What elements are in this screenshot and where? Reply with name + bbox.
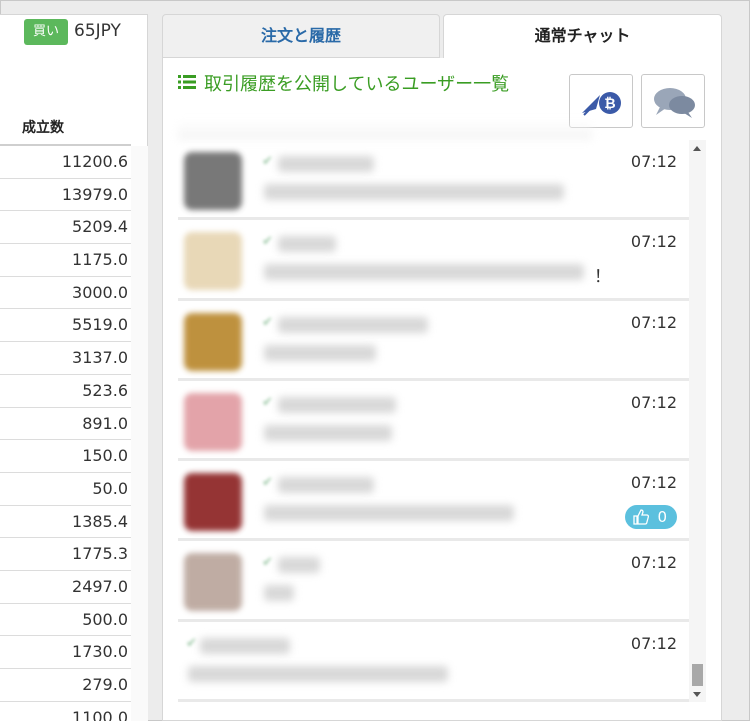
avatar[interactable]: [184, 553, 242, 612]
message-time: 07:12: [630, 232, 677, 252]
scroll-fade: [178, 120, 592, 140]
username-blurred[interactable]: [278, 236, 336, 253]
verified-check-icon: ✔: [262, 555, 273, 571]
trade-row: 1175.0: [0, 244, 131, 277]
verified-check-icon: ✔: [186, 635, 197, 651]
buy-badge[interactable]: 買い: [24, 19, 68, 45]
avatar[interactable]: [184, 232, 242, 291]
chat-list: ✔ 07:12 ✔ ！ 07:12 ✔ 07:12 ✔ 07:12 ✔ 07:12 0 ✔ 07:12 ✔ 0…: [178, 140, 689, 702]
avatar[interactable]: [184, 152, 242, 210]
scroll-thumb[interactable]: [692, 664, 703, 686]
username-blurred[interactable]: [278, 316, 428, 333]
message-time: 07:12: [630, 553, 677, 573]
trade-row: 13979.0: [0, 179, 131, 212]
message-blurred: [264, 585, 294, 602]
message-blurred: [264, 344, 376, 361]
trade-row: 1730.0: [0, 636, 131, 669]
trade-list-scrollbar[interactable]: [131, 146, 148, 721]
scroll-down-arrow-icon[interactable]: [693, 692, 701, 697]
tab-normal-chat[interactable]: 通常チャット: [443, 14, 722, 58]
message-time: 07:12: [630, 152, 677, 171]
trade-row: 3000.0: [0, 277, 131, 310]
username-blurred[interactable]: [200, 637, 290, 654]
trade-row: 500.0: [0, 604, 131, 637]
trade-row: 1100.0: [0, 702, 131, 721]
buy-price: 65JPY: [74, 21, 121, 41]
chat-message[interactable]: ✔ ！ 07:12: [178, 220, 689, 301]
message-blurred: [264, 424, 392, 441]
trade-row: 279.0: [0, 669, 131, 702]
chat-message[interactable]: ✔ 07:12 0: [178, 461, 689, 542]
verified-check-icon: ✔: [262, 394, 273, 410]
quantity-column-header: 成立数: [0, 114, 131, 146]
message-time: 07:12: [630, 392, 677, 412]
message-trailing-text: ！: [594, 267, 611, 288]
chat-message[interactable]: ✔ 07:12: [178, 140, 689, 221]
username-blurred[interactable]: [278, 396, 396, 413]
chat-message[interactable]: ✔ 07:12: [178, 301, 689, 381]
svg-text:₿: ₿: [604, 96, 615, 112]
trade-row: 5519.0: [0, 309, 131, 343]
trade-row: 150.0: [0, 440, 131, 473]
chat-message[interactable]: ✔ 07:12: [178, 381, 689, 462]
message-blurred: [264, 184, 564, 200]
message-blurred: [188, 665, 448, 682]
chat-message[interactable]: ✔ 07:12: [178, 622, 689, 702]
verified-check-icon: ✔: [262, 234, 273, 250]
verified-check-icon: ✔: [262, 154, 273, 169]
username-blurred[interactable]: [278, 557, 320, 574]
username-blurred[interactable]: [278, 477, 374, 494]
message-time: 07:12: [630, 312, 677, 332]
public-users-link[interactable]: 取引履歴を公開しているユーザー一覧: [178, 72, 509, 98]
trade-row: 1775.3: [0, 538, 131, 571]
chat-bubbles-icon: [654, 88, 695, 118]
list-icon: [178, 72, 198, 98]
trade-row: 5209.4: [0, 211, 131, 245]
avatar[interactable]: [184, 392, 242, 451]
tab-orders-history[interactable]: 注文と履歴: [162, 14, 440, 58]
username-blurred[interactable]: [278, 156, 374, 172]
chat-message[interactable]: ✔ 07:12: [178, 541, 689, 622]
message-blurred: [264, 264, 584, 281]
scroll-up-arrow-icon[interactable]: [693, 146, 701, 151]
public-users-title: 取引履歴を公開しているユーザー一覧: [204, 74, 510, 95]
trade-list: 11200.6 13979.0 5209.4 1175.0 3000.0 5519.0 31…: [0, 146, 131, 721]
like-button[interactable]: 0: [625, 505, 677, 530]
trade-row: 11200.6: [0, 146, 131, 179]
like-count: 0: [657, 508, 667, 527]
thumbs-up-icon: [633, 509, 649, 525]
trade-row: 3137.0: [0, 342, 131, 375]
message-time: 07:12: [630, 473, 677, 493]
verified-check-icon: ✔: [262, 314, 273, 330]
message-time: 07:12: [630, 633, 677, 653]
message-blurred: [264, 505, 514, 522]
trade-row: 891.0: [0, 408, 131, 441]
chat-button[interactable]: [641, 74, 705, 128]
trade-row: 1385.4: [0, 506, 131, 539]
trade-row: 2497.0: [0, 571, 131, 604]
avatar[interactable]: [184, 473, 242, 532]
trade-row: 523.6: [0, 375, 131, 408]
avatar[interactable]: [184, 312, 242, 371]
chat-scrollbar[interactable]: [689, 140, 706, 702]
trade-row: 50.0: [0, 473, 131, 506]
verified-check-icon: ✔: [262, 475, 273, 491]
